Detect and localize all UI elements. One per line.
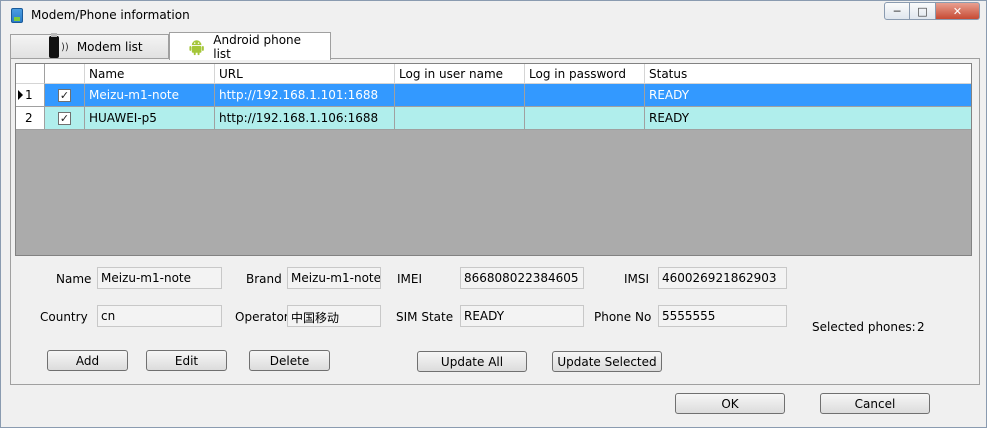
row-url[interactable]: http://192.168.1.106:1688 <box>215 107 395 130</box>
row-login-user[interactable] <box>395 107 525 130</box>
cancel-button[interactable]: Cancel <box>820 393 930 414</box>
tab-android-phone-list-label: Android phone list <box>213 32 302 61</box>
operator-field[interactable]: 中国移动 <box>287 305 381 327</box>
row-indicator[interactable]: 2 <box>16 107 45 130</box>
add-button[interactable]: Add <box>47 350 128 371</box>
update-all-button[interactable]: Update All <box>417 351 527 372</box>
selected-phones-label: Selected phones: <box>812 320 916 334</box>
usb-modem-icon <box>49 33 59 58</box>
row-status[interactable]: READY <box>645 84 971 107</box>
maximize-icon: □ <box>917 4 928 18</box>
row-index: 2 <box>25 111 33 125</box>
row-checkbox[interactable]: ✓ <box>58 111 71 125</box>
row-checkbox-cell[interactable]: ✓ <box>45 84 85 107</box>
country-label: Country <box>40 310 88 324</box>
close-button[interactable]: ✕ <box>936 2 980 20</box>
row-name[interactable]: Meizu-m1-note <box>85 84 215 107</box>
column-header-login-user[interactable]: Log in user name <box>395 64 525 84</box>
maximize-button[interactable]: □ <box>910 2 936 20</box>
sim-state-field[interactable]: READY <box>460 305 584 327</box>
column-header-url[interactable]: URL <box>215 64 395 84</box>
row-checkbox[interactable]: ✓ <box>58 88 71 102</box>
table-row[interactable]: 2 ✓ HUAWEI-p5 http://192.168.1.106:1688 … <box>16 107 971 130</box>
header-indicator-cell <box>16 64 45 84</box>
imsi-field[interactable]: 460026921862903 <box>658 267 787 289</box>
tab-android-phone-list[interactable]: Android phone list <box>169 32 331 61</box>
row-login-user[interactable] <box>395 84 525 107</box>
country-field[interactable]: cn <box>97 305 222 327</box>
row-login-password[interactable] <box>525 84 645 107</box>
android-phone-panel: Name URL Log in user name Log in passwor… <box>10 58 980 385</box>
row-name[interactable]: HUAWEI-p5 <box>85 107 215 130</box>
current-row-pointer-icon <box>18 90 23 100</box>
close-icon: ✕ <box>952 4 963 18</box>
imei-label: IMEI <box>397 272 423 286</box>
row-checkbox-cell[interactable]: ✓ <box>45 107 85 130</box>
name-label: Name <box>56 272 92 286</box>
phone-no-label: Phone No <box>594 310 652 324</box>
row-status[interactable]: READY <box>645 107 971 130</box>
edit-button[interactable]: Edit <box>146 350 227 371</box>
check-icon: ✓ <box>59 88 70 102</box>
row-index: 1 <box>25 88 33 102</box>
operator-label: Operator <box>235 310 289 324</box>
table-header: Name URL Log in user name Log in passwor… <box>16 64 971 84</box>
column-header-status[interactable]: Status <box>645 64 971 84</box>
title-bar: Modem/Phone information ─ □ ✕ <box>1 1 986 31</box>
update-selected-button[interactable]: Update Selected <box>552 351 662 372</box>
imsi-label: IMSI <box>624 272 650 286</box>
phone-no-field[interactable]: 5555555 <box>658 305 787 327</box>
check-icon: ✓ <box>59 111 70 125</box>
row-login-password[interactable] <box>525 107 645 130</box>
app-icon <box>11 8 23 23</box>
android-icon <box>189 39 204 55</box>
delete-button[interactable]: Delete <box>249 350 330 371</box>
modem-phone-window: Modem/Phone information ─ □ ✕ )) Modem l… <box>0 0 987 428</box>
column-header-login-password[interactable]: Log in password <box>525 64 645 84</box>
signal-icon: )) <box>61 41 69 53</box>
phone-table: Name URL Log in user name Log in passwor… <box>15 63 972 256</box>
tab-strip: )) Modem list Android phone list <box>10 32 331 61</box>
header-check-cell <box>45 64 85 84</box>
tab-modem-list-label: Modem list <box>76 40 143 54</box>
name-field[interactable]: Meizu-m1-note <box>97 267 222 289</box>
minimize-icon: ─ <box>893 4 901 18</box>
column-header-name[interactable]: Name <box>85 64 215 84</box>
table-row[interactable]: 1 ✓ Meizu-m1-note http://192.168.1.101:1… <box>16 84 971 107</box>
row-url[interactable]: http://192.168.1.101:1688 <box>215 84 395 107</box>
ok-button[interactable]: OK <box>675 393 785 414</box>
selected-phones-count: 2 <box>917 320 925 334</box>
minimize-button[interactable]: ─ <box>884 2 910 20</box>
brand-field[interactable]: Meizu-m1-note <box>287 267 381 289</box>
tab-modem-list[interactable]: )) Modem list <box>10 33 169 59</box>
brand-label: Brand <box>246 272 282 286</box>
imei-field[interactable]: 866808022384605 <box>460 267 584 289</box>
row-indicator[interactable]: 1 <box>16 84 45 107</box>
window-controls: ─ □ ✕ <box>884 2 980 20</box>
window-title: Modem/Phone information <box>31 8 190 22</box>
sim-state-label: SIM State <box>396 310 454 324</box>
